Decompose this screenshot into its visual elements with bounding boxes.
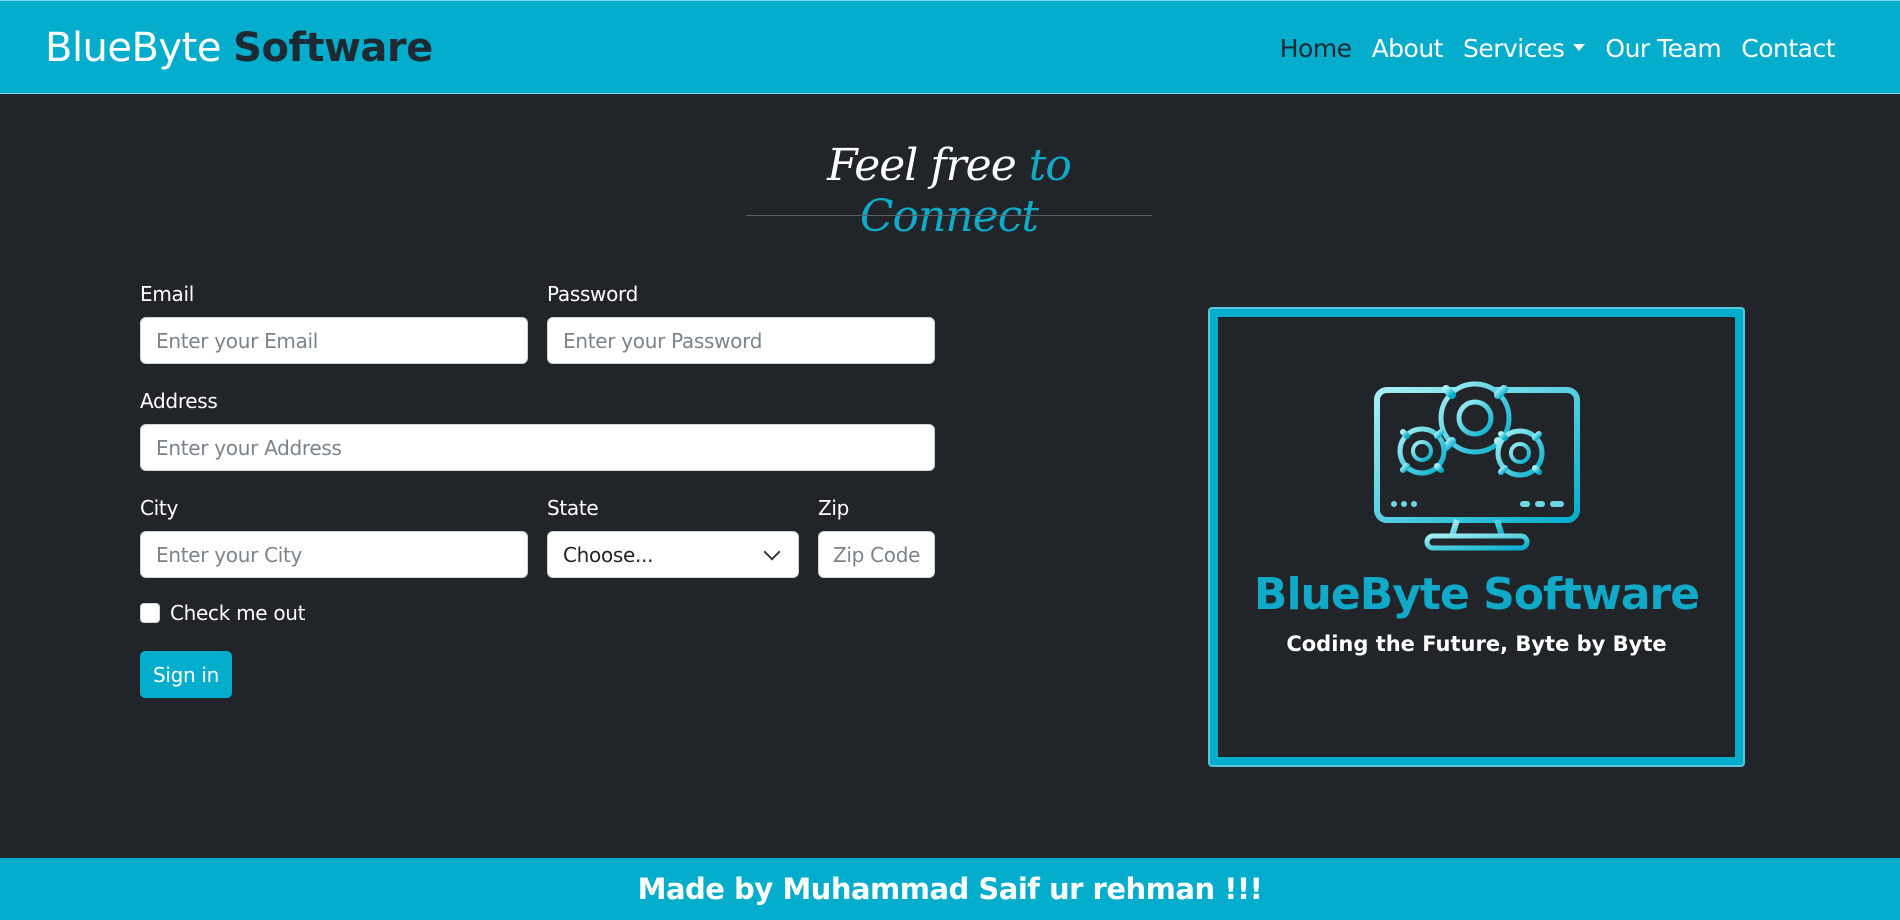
check-me-out-checkbox[interactable] bbox=[140, 603, 160, 623]
password-input[interactable] bbox=[547, 317, 935, 364]
caret-down-icon bbox=[1573, 43, 1586, 51]
brand-light: BlueByte bbox=[45, 25, 221, 71]
brand-bold: Software bbox=[233, 25, 433, 71]
nav-item-services-label: Services bbox=[1462, 34, 1565, 63]
heading-divider bbox=[746, 215, 1152, 216]
nav-item-services[interactable]: Services bbox=[1453, 34, 1595, 63]
nav-item-our-team[interactable]: Our Team bbox=[1595, 34, 1731, 63]
check-me-out-label[interactable]: Check me out bbox=[170, 601, 305, 625]
address-label: Address bbox=[140, 389, 218, 413]
city-input[interactable] bbox=[140, 531, 528, 578]
nav-links: Home About Services Our Team Contact bbox=[1270, 34, 1845, 63]
footer: Made by Muhammad Saif ur rehman !!! bbox=[0, 858, 1900, 920]
zip-input[interactable] bbox=[818, 531, 935, 578]
password-label: Password bbox=[547, 282, 639, 306]
footer-text: Made by Muhammad Saif ur rehman !!! bbox=[637, 872, 1263, 906]
logo-card: BlueByte Software Coding the Future, Byt… bbox=[1208, 307, 1745, 767]
state-select[interactable]: Choose... bbox=[547, 531, 799, 578]
page-heading: Feel free to Connect bbox=[746, 140, 1152, 242]
state-label: State bbox=[547, 496, 599, 520]
email-label: Email bbox=[140, 282, 194, 306]
sign-in-button[interactable]: Sign in bbox=[140, 651, 232, 698]
navbar: BlueByte Software Home About Services Ou… bbox=[0, 0, 1900, 94]
logo-title: BlueByte Software bbox=[1253, 569, 1700, 620]
nav-item-about[interactable]: About bbox=[1362, 34, 1453, 63]
state-selected-value: Choose... bbox=[563, 542, 654, 567]
city-label: City bbox=[140, 496, 178, 520]
email-input[interactable] bbox=[140, 317, 528, 364]
zip-label: Zip bbox=[818, 496, 850, 520]
computer-gears-icon bbox=[1374, 373, 1580, 551]
address-input[interactable] bbox=[140, 424, 935, 471]
chevron-down-icon bbox=[763, 543, 781, 560]
heading-part1: Feel free bbox=[827, 140, 1029, 191]
logo-tagline: Coding the Future, Byte by Byte bbox=[1286, 632, 1667, 656]
nav-item-contact[interactable]: Contact bbox=[1731, 34, 1845, 63]
brand-logo[interactable]: BlueByte Software bbox=[45, 25, 433, 71]
logo-card-inner: BlueByte Software Coding the Future, Byt… bbox=[1218, 317, 1735, 757]
nav-item-home[interactable]: Home bbox=[1270, 34, 1362, 63]
